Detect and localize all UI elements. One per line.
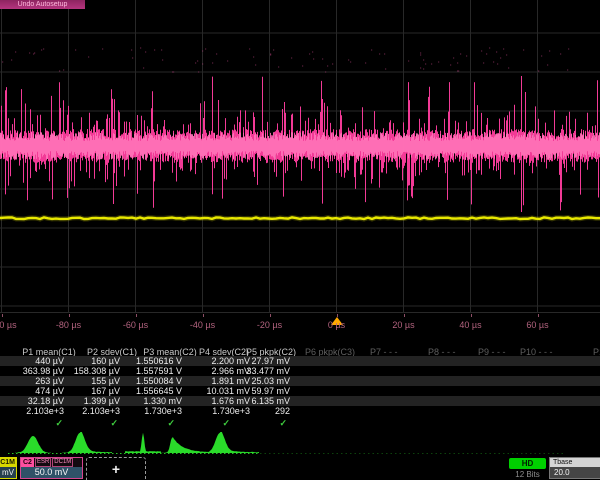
table-cell: 1.730e+3 xyxy=(144,406,182,416)
axis-tick xyxy=(538,314,539,317)
table-cell: 33.477 mV xyxy=(246,366,290,376)
hd-bits-label: 12 Bits xyxy=(506,470,549,479)
histicon-p2 xyxy=(62,432,112,453)
axis-tick-label: -60 µs xyxy=(123,320,148,330)
table-cell: 1.730e+3 xyxy=(212,406,250,416)
table-cell: 2.966 mV xyxy=(211,366,250,376)
hd-mode-badge[interactable]: HD xyxy=(509,458,546,469)
add-trace-button[interactable]: + xyxy=(86,457,146,480)
axis-tick xyxy=(136,314,137,317)
table-cell: 1.676 mV xyxy=(211,396,250,406)
table-row: 263 µV 155 µV 1.550084 V 1.891 mV25.03 mV xyxy=(0,376,600,386)
axis-tick xyxy=(203,314,204,317)
plus-icon: + xyxy=(112,461,120,477)
table-cell: 440 µV xyxy=(35,356,64,366)
axis-tick-label: 20 µs xyxy=(392,320,414,330)
table-cell: 25.03 mV xyxy=(251,376,290,386)
histicon-p3 xyxy=(125,433,161,453)
c2-label: C2 xyxy=(21,458,34,467)
table-cell: 263 µV xyxy=(35,376,64,386)
axis-tick-label: -40 µs xyxy=(190,320,215,330)
timebase-label: Tbase xyxy=(550,458,600,467)
table-cell: 1.399 µV xyxy=(84,396,120,406)
table-row: 474 µV 167 µV 1.556645 V 10.031 mV59.97 mV xyxy=(0,386,600,396)
axis-tick-label: 0 µs xyxy=(328,320,345,330)
histicon-p1 xyxy=(15,436,51,453)
table-cell: 27.97 mV xyxy=(251,356,290,366)
table-cell: 292 xyxy=(275,406,290,416)
axis-tick xyxy=(404,314,405,317)
measurement-table[interactable]: P1 mean(C1)P2 sdev(C1)P3 mean(C2)P4 sdev… xyxy=(0,342,600,434)
c1-coupling-badge: DC1M xyxy=(0,458,16,467)
c2-coupling-badge: DC1M xyxy=(52,458,73,467)
table-cell: 158.308 µV xyxy=(74,366,120,376)
timebase-value: 20.0 xyxy=(550,467,600,478)
c2-esr-badge: ESR xyxy=(35,458,51,467)
c1-vertical-scale: 0 mV xyxy=(0,467,16,478)
status-check-icon: ✓ xyxy=(222,418,230,428)
table-cell: 1.556645 V xyxy=(136,386,182,396)
c2-vertical-scale: 50.0 mV xyxy=(21,467,82,478)
table-cell: 6.135 mV xyxy=(251,396,290,406)
channel-c2-descriptor[interactable]: C2 ESR DC1M 50.0 mV xyxy=(20,457,83,479)
axis-tick-label: 60 µs xyxy=(526,320,548,330)
table-cell: 2.103e+3 xyxy=(26,406,64,416)
table-cell: 1.557591 V xyxy=(136,366,182,376)
table-cell: 160 µV xyxy=(91,356,120,366)
table-cell: 1.550616 V xyxy=(136,356,182,366)
status-row: ✓ ✓ ✓ ✓ ✓ xyxy=(0,418,600,428)
status-check-icon: ✓ xyxy=(55,418,63,428)
table-cell: 167 µV xyxy=(91,386,120,396)
undo-autosetup-label: Undo Autosetup xyxy=(18,1,68,8)
status-check-icon: ✓ xyxy=(279,418,287,428)
axis-tick-label: -80 µs xyxy=(56,320,81,330)
histicon-p4 xyxy=(154,437,214,453)
status-check-icon: ✓ xyxy=(110,418,118,428)
table-cell: 59.97 mV xyxy=(251,386,290,396)
descriptor-bar: DC1M 0 mV C2 ESR DC1M 50.0 mV + HD 12 Bi… xyxy=(0,455,600,480)
undo-autosetup-button[interactable]: Undo Autosetup xyxy=(0,0,85,9)
table-row: 363.98 µV 158.308 µV 1.557591 V 2.966 mV33.… xyxy=(0,366,600,376)
status-check-icon: ✓ xyxy=(167,418,175,428)
axis-tick xyxy=(337,314,338,317)
table-cell: 2.200 mV xyxy=(211,356,250,366)
axis-tick-label: -20 µs xyxy=(257,320,282,330)
channel-c1-descriptor[interactable]: DC1M 0 mV xyxy=(0,457,17,479)
table-row: 2.103e+3 2.103e+3 1.730e+3 1.730e+3 292 xyxy=(0,406,600,416)
table-cell: 1.550084 V xyxy=(136,376,182,386)
table-cell: 474 µV xyxy=(35,386,64,396)
waveform-grid[interactable] xyxy=(0,0,600,313)
table-cell: 32.18 µV xyxy=(28,396,64,406)
oscilloscope-display: Undo Autosetup -100 µs -80 µs -60 µs -40 µs… xyxy=(0,0,600,480)
table-cell: 10.031 mV xyxy=(206,386,250,396)
timebase-axis: -100 µs -80 µs -60 µs -40 µs -20 µs 0 µs 20 µs… xyxy=(0,313,600,339)
table-cell: 1.330 mV xyxy=(143,396,182,406)
axis-tick xyxy=(471,314,472,317)
table-cell: 1.891 mV xyxy=(211,376,250,386)
table-cell: 363.98 µV xyxy=(23,366,64,376)
table-row: 32.18 µV 1.399 µV 1.330 mV 1.676 mV6.135 mV xyxy=(0,396,600,406)
table-cell: 155 µV xyxy=(91,376,120,386)
axis-tick xyxy=(2,314,3,317)
histicon-p5 xyxy=(202,432,259,453)
table-cell: 2.103e+3 xyxy=(82,406,120,416)
axis-tick-label: -100 µs xyxy=(0,320,17,330)
axis-tick xyxy=(270,314,271,317)
timebase-descriptor[interactable]: Tbase 20.0 xyxy=(549,457,600,479)
axis-tick xyxy=(69,314,70,317)
axis-tick-label: 40 µs xyxy=(459,320,481,330)
table-row: 440 µV 160 µV 1.550616 V 2.200 mV27.97 mV xyxy=(0,356,600,366)
